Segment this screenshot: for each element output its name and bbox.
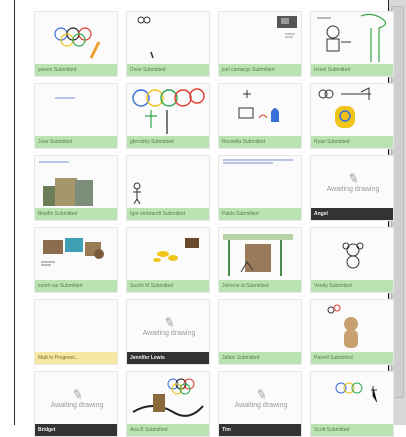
drawing-grid: yewen Submitted Drew Submitted joel camarg… [34,11,394,437]
card-caption: Jolirene di Submitted [219,280,301,292]
drawing-card[interactable]: Israel Submitted [310,11,394,77]
card-caption: Bridget [35,424,117,436]
drawing-card[interactable]: Scott Submitted [310,371,394,437]
card-caption: Israel Submitted [311,64,393,76]
drawing-card[interactable]: ✎ Awaiting drawing Jennifer Lewis [126,299,210,365]
card-caption: Angel [311,208,393,220]
drawing-card[interactable]: Sushil M Submitted [126,227,210,293]
drawing-card[interactable]: gbrrobby Submitted [126,83,210,149]
drawing-card[interactable]: sumit rao Submitted [34,227,118,293]
drawing-card[interactable]: ✎ Awaiting drawing Tim [218,371,302,437]
drawing-card[interactable]: Ana B Submitted [126,371,210,437]
drawing-card[interactable]: Ryan Submitted [310,83,394,149]
drawing-image [219,84,301,136]
card-caption: yewen Submitted [35,64,117,76]
card-caption: joel camargo Submitted [219,64,301,76]
awaiting-placeholder: ✎ Awaiting drawing [127,300,209,352]
card-caption: Vendy Submitted [311,280,393,292]
awaiting-placeholder: ✎ Awaiting drawing [35,372,117,424]
card-caption: Jennifer Lewis [127,352,209,364]
card-caption: gbrrobby Submitted [127,136,209,148]
drawing-image [127,372,209,424]
drawing-card[interactable]: Bluefin Submitted [34,155,118,221]
pencil-icon: ✎ [253,385,269,403]
drawing-card[interactable]: Pawell Submitted [310,299,394,365]
drawing-image [127,12,209,64]
awaiting-label: Awaiting drawing [234,401,288,409]
drawing-card[interactable]: Rossella Submitted [218,83,302,149]
awaiting-placeholder: ✎ Awaiting drawing [311,156,393,208]
drawing-image [35,84,117,136]
card-caption: Jose Submitted [35,136,117,148]
drawing-image [311,300,393,352]
card-caption: Ryan Submitted [311,136,393,148]
drawing-image [311,12,393,64]
card-caption: Sushil M Submitted [127,280,209,292]
pencil-icon: ✎ [69,385,85,403]
card-caption: Igor verbrandt Submitted [127,208,209,220]
drawing-card[interactable]: Jose Submitted [34,83,118,149]
card-caption: Jafalo Submitted [219,352,301,364]
card-caption: Ana B Submitted [127,424,209,436]
drawing-image [219,12,301,64]
drawing-card[interactable]: Igor verbrandt Submitted [126,155,210,221]
drawing-image [219,156,301,208]
card-caption: Scott Submitted [311,424,393,436]
card-caption: Pablo Submitted [219,208,301,220]
card-caption: Rossella Submitted [219,136,301,148]
drawing-card[interactable]: Pablo Submitted [218,155,302,221]
pencil-icon: ✎ [345,169,361,187]
awaiting-placeholder: ✎ Awaiting drawing [219,372,301,424]
card-caption: Drew Submitted [127,64,209,76]
awaiting-label: Awaiting drawing [326,185,380,193]
awaiting-label: Awaiting drawing [142,329,196,337]
drawing-image [35,12,117,64]
drawing-image [127,156,209,208]
drawing-card[interactable]: joel camargo Submitted [218,11,302,77]
drawing-image [127,84,209,136]
drawing-image [127,228,209,280]
awaiting-label: Awaiting drawing [50,401,104,409]
drawing-card[interactable]: Drew Submitted [126,11,210,77]
card-caption: Pawell Submitted [311,352,393,364]
drawing-card[interactable]: Jolirene di Submitted [218,227,302,293]
drawing-card[interactable]: ✎ Awaiting drawing Bridget [34,371,118,437]
drawing-card[interactable]: Jafalo Submitted [218,299,302,365]
drawing-image [219,300,301,352]
drawing-image [311,372,393,424]
drawing-card[interactable]: yewen Submitted [34,11,118,77]
pencil-icon: ✎ [161,313,177,331]
drawing-image [311,228,393,280]
drawing-card[interactable]: Vendy Submitted [310,227,394,293]
card-caption: Tim [219,424,301,436]
drawing-card[interactable]: ✎ Awaiting drawing Angel [310,155,394,221]
drawing-image [219,228,301,280]
card-caption: Bluefin Submitted [35,208,117,220]
drawing-image [35,156,117,208]
drawing-image [35,228,117,280]
drawing-image [311,84,393,136]
card-caption: Matt In Progress... [35,352,117,364]
card-caption: sumit rao Submitted [35,280,117,292]
drawing-image [35,300,117,352]
drawing-card[interactable]: Matt In Progress... [34,299,118,365]
